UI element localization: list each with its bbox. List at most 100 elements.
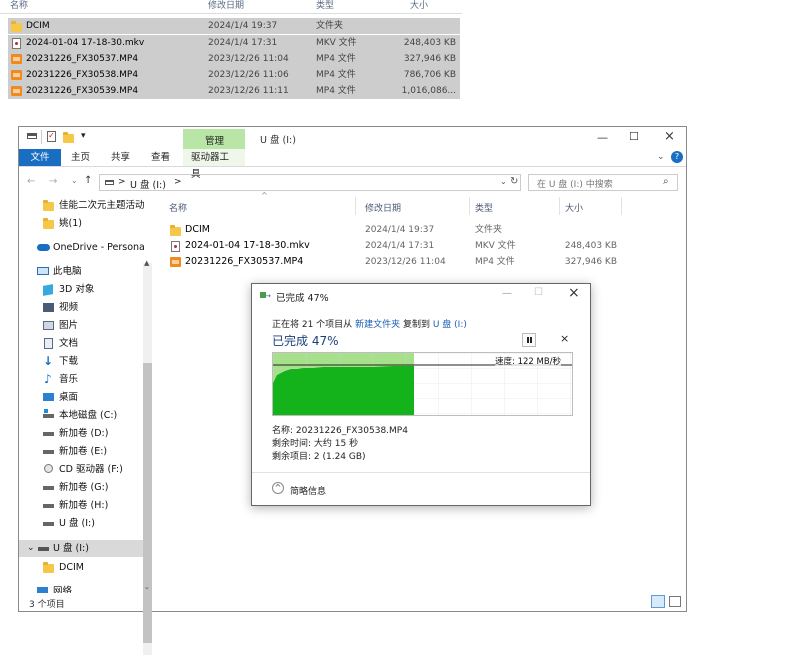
scroll-up-icon[interactable]: ▲ — [144, 259, 149, 267]
column-separator[interactable] — [559, 197, 560, 215]
forward-icon[interactable]: → — [49, 176, 57, 187]
column-header-date[interactable]: 修改日期 — [208, 0, 244, 14]
onedrive-icon — [37, 244, 50, 251]
properties-icon[interactable]: ✓ — [47, 131, 56, 142]
address-bar[interactable]: > U 盘 (I:) > ⌄ ↻ — [99, 174, 521, 191]
scroll-down-icon[interactable]: ⌄ — [144, 583, 150, 591]
table-row[interactable]: 20231226_FX30537.MP4 2023/12/26 11:04 MP… — [165, 254, 645, 270]
large-icons-view-icon[interactable] — [669, 596, 681, 607]
items-remaining: 剩余项目: 2 (1.24 GB) — [272, 452, 366, 462]
folder-icon — [170, 225, 181, 236]
close-icon[interactable]: × — [664, 129, 675, 144]
breadcrumb-separator[interactable]: > — [118, 177, 126, 187]
table-row[interactable]: DCIM 2024/1/4 19:37 文件夹 — [165, 222, 645, 238]
sidebar-item-label: CD 驱动器 (F:) — [59, 464, 123, 475]
maximize-icon[interactable]: ☐ — [629, 130, 639, 143]
search-input[interactable]: 在 U 盘 (I:) 中搜索 ⌕ — [528, 174, 678, 191]
sidebar-item[interactable]: U 盘 (I:) — [19, 515, 143, 532]
sidebar-item-label: 视频 — [59, 302, 79, 313]
sidebar-item-usb-drive[interactable]: ⌄ U 盘 (I:) — [19, 540, 143, 557]
sidebar-item-network[interactable]: 网络 — [19, 581, 143, 593]
sidebar-item-label: 本地磁盘 (C:) — [59, 410, 118, 421]
sidebar-item-label: 新加卷 (D:) — [59, 428, 109, 439]
table-row[interactable]: 2024-01-04 17-18-30.mkv 2024/1/4 17:31 M… — [165, 238, 645, 254]
search-icon[interactable]: ⌕ — [663, 176, 669, 187]
column-separator[interactable] — [469, 197, 470, 215]
tab-view[interactable]: 查看 — [143, 149, 178, 166]
sidebar-item-onedrive[interactable]: OneDrive - Persona — [19, 239, 145, 256]
transfer-speed: 速度: 122 MB/秒 — [495, 355, 562, 367]
help-icon[interactable]: ? — [671, 151, 683, 163]
fewer-details-toggle[interactable]: 简略信息 — [290, 484, 326, 497]
file-name: DCIM — [185, 224, 210, 235]
minimize-icon[interactable]: — — [502, 288, 512, 299]
sidebar-item[interactable]: 本地磁盘 (C:) — [19, 407, 143, 424]
sidebar-item-label: 新加卷 (H:) — [59, 500, 109, 511]
up-icon[interactable]: ↑ — [84, 175, 92, 186]
tab-share[interactable]: 共享 — [103, 149, 138, 166]
mkv-file-icon — [12, 38, 21, 49]
sidebar-item[interactable]: ↓ 下载 — [19, 353, 143, 370]
ribbon-expand-icon[interactable]: ⌄ — [657, 152, 665, 162]
column-header-date[interactable]: 修改日期 — [365, 201, 401, 214]
file-date: 2024/1/4 19:37 — [365, 225, 435, 235]
column-header-size[interactable]: 大小 — [565, 201, 583, 214]
list-item[interactable]: 2024-01-04 17-18-30.mkv 2024/1/4 17:31 M… — [8, 35, 460, 51]
close-icon[interactable]: × — [568, 285, 580, 301]
list-item[interactable]: 20231226_FX30539.MP4 2023/12/26 11:11 MP… — [8, 83, 460, 99]
sidebar-item[interactable]: 新加卷 (E:) — [19, 443, 143, 460]
column-header-size[interactable]: 大小 — [410, 0, 428, 14]
chevron-down-icon[interactable]: ⌄ — [27, 543, 35, 553]
refresh-icon[interactable]: ↻ — [510, 176, 518, 187]
breadcrumb-separator[interactable]: > — [174, 177, 182, 187]
destination-link[interactable]: U 盘 (I:) — [433, 320, 467, 330]
ribbon-tabs: 文件 主页 共享 查看 驱动器工具 ⌄ ? — [19, 149, 686, 180]
sidebar-item[interactable]: 佳能二次元主题活动 — [19, 197, 145, 214]
sidebar-item[interactable]: 桌面 — [19, 389, 143, 406]
title-bar[interactable]: ✓ ▾ 管理 U 盘 (I:) — ☐ × — [19, 127, 686, 149]
list-item[interactable]: DCIM 2024/1/4 19:37 文件夹 — [8, 18, 460, 34]
list-item[interactable]: 20231226_FX30538.MP4 2023/12/26 11:06 MP… — [8, 67, 460, 83]
chevron-up-icon[interactable]: ^ — [272, 482, 284, 494]
column-header-name[interactable]: 名称 — [169, 201, 187, 214]
address-dropdown-icon[interactable]: ⌄ — [500, 177, 507, 186]
manage-context-tab[interactable]: 管理 — [183, 129, 245, 149]
file-name: 20231226_FX30537.MP4 — [26, 54, 139, 64]
sidebar-item-label: 姚(1) — [59, 218, 82, 229]
sidebar-item[interactable]: 视频 — [19, 299, 143, 316]
folder-icon — [43, 218, 54, 229]
list-item[interactable]: 20231226_FX30537.MP4 2023/12/26 11:04 MP… — [8, 51, 460, 67]
sidebar-item[interactable]: 图片 — [19, 317, 143, 334]
details-view-icon[interactable] — [651, 595, 665, 608]
tab-file[interactable]: 文件 — [19, 149, 61, 166]
sidebar-item[interactable]: DCIM — [19, 559, 143, 576]
new-folder-icon[interactable] — [63, 132, 74, 143]
tab-drive-tools[interactable]: 驱动器工具 — [183, 149, 245, 180]
column-separator[interactable] — [355, 197, 356, 215]
sidebar-item[interactable]: 姚(1) — [19, 215, 143, 232]
sidebar-item[interactable]: 新加卷 (H:) — [19, 497, 143, 514]
file-name: 2024-01-04 17-18-30.mkv — [26, 38, 145, 48]
tab-home[interactable]: 主页 — [63, 149, 98, 166]
pause-button[interactable] — [522, 333, 536, 347]
source-folder-link[interactable]: 新建文件夹 — [355, 320, 400, 330]
sidebar-item[interactable]: 文档 — [19, 335, 143, 352]
file-size: 248,403 KB — [403, 38, 456, 48]
cancel-icon[interactable]: × — [560, 332, 569, 345]
column-separator[interactable] — [621, 197, 622, 215]
sidebar-item[interactable]: ♪ 音乐 — [19, 371, 143, 388]
sidebar-item-this-pc[interactable]: 此电脑 — [19, 263, 143, 280]
sidebar-item[interactable]: 新加卷 (D:) — [19, 425, 143, 442]
column-header-name[interactable]: 名称 — [10, 0, 28, 14]
recent-dropdown-icon[interactable]: ⌄ — [71, 176, 78, 185]
sidebar-item[interactable]: 3D 对象 — [19, 281, 143, 298]
column-header-type[interactable]: 类型 — [475, 201, 493, 214]
column-header-type[interactable]: 类型 — [316, 0, 334, 14]
sidebar-item[interactable]: CD 驱动器 (F:) — [19, 461, 143, 478]
back-icon[interactable]: ← — [27, 176, 35, 187]
breadcrumb-location[interactable]: U 盘 (I:) — [130, 177, 166, 191]
status-bar: 3 个项目 — [19, 593, 686, 611]
sidebar-item[interactable]: 新加卷 (G:) — [19, 479, 143, 496]
quick-access-dropdown-icon[interactable]: ▾ — [81, 131, 86, 141]
minimize-icon[interactable]: — — [597, 131, 608, 144]
